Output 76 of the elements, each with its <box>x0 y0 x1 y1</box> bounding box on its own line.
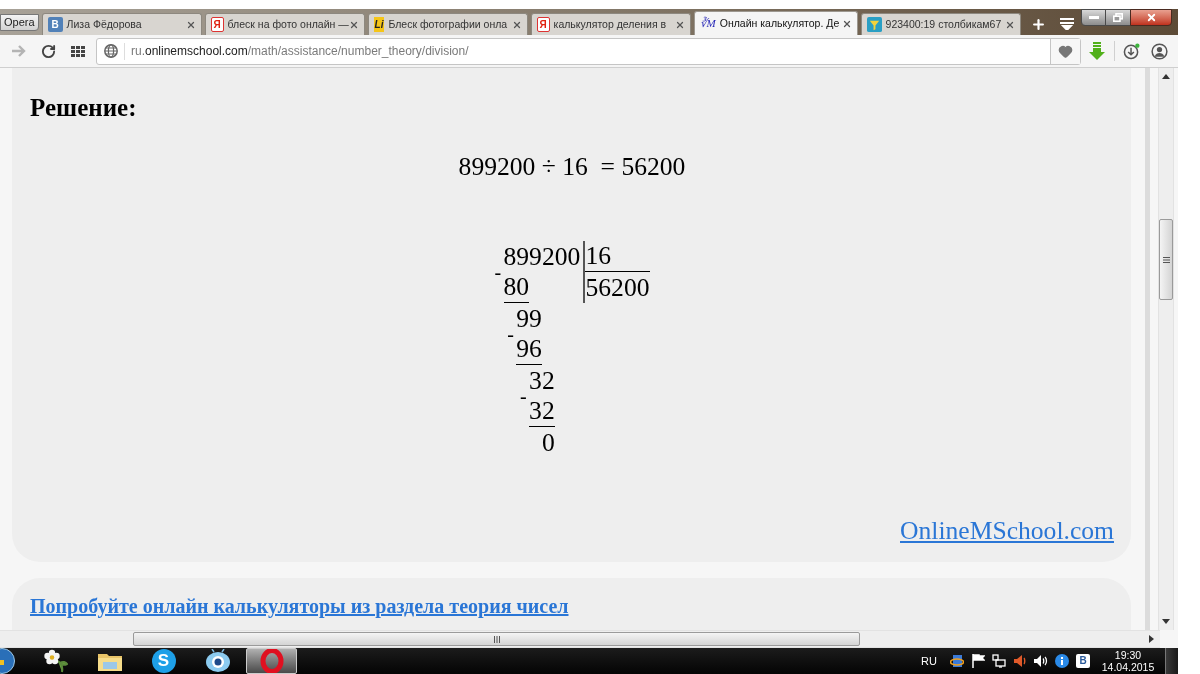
up-arrow-icon[interactable] <box>1162 74 1170 79</box>
ring-icon <box>259 649 284 673</box>
restore-icon <box>1113 13 1123 22</box>
grip-icon <box>493 635 500 643</box>
orb-icon[interactable] <box>0 648 16 674</box>
new-tab-icon[interactable] <box>1030 16 1046 32</box>
heart-icon <box>1058 43 1073 59</box>
menu-icon[interactable] <box>1059 18 1074 30</box>
letter-icon: Я <box>536 17 550 32</box>
section-heading: Решение: <box>30 93 137 123</box>
site-link[interactable]: OnlineMSchool.com <box>900 515 1114 547</box>
restore-button[interactable] <box>1106 9 1130 26</box>
close-icon[interactable] <box>1004 19 1015 30</box>
subtrahend-number: 80 <box>503 272 530 303</box>
address-field[interactable]: ru.onlinemschool.com/math/assistance/number_theory/division/ <box>96 37 1081 65</box>
minus-sign: - <box>494 268 503 276</box>
close-icon[interactable] <box>511 19 522 30</box>
browser-tab[interactable]: ∛M Онлайн калькулятор. Де <box>693 11 858 35</box>
letter-tile-icon: В <box>47 17 63 32</box>
info-icon[interactable] <box>1055 654 1069 668</box>
browser-tab[interactable]: Li Блеск фотографии онла <box>367 13 528 35</box>
down-arrow-icon[interactable] <box>1162 619 1170 624</box>
related-link[interactable]: Попробуйте онлайн калькуляторы из раздела теория чисел <box>30 594 569 618</box>
dividend-number: 899200 <box>503 241 581 272</box>
globe-icon <box>104 44 118 58</box>
grid-icon[interactable] <box>71 45 85 57</box>
grip-icon <box>1162 256 1170 263</box>
partial-number: 99 <box>516 303 542 334</box>
funnel-icon <box>866 17 882 32</box>
flower-icon <box>43 649 68 673</box>
partial-number: 32 <box>529 365 555 396</box>
browser-tab[interactable]: В Лиза Фёдорова <box>41 13 202 35</box>
minus-sign: - <box>507 330 515 338</box>
subtrahend-number: 96 <box>516 334 542 365</box>
favorite-button[interactable] <box>1050 38 1080 64</box>
close-icon[interactable] <box>185 19 196 30</box>
minimize-icon <box>1088 16 1099 19</box>
letter-logo-icon: Li <box>373 17 385 32</box>
volume-icon[interactable] <box>1034 654 1048 668</box>
close-icon[interactable] <box>841 18 852 29</box>
browser-tab[interactable]: Я блеск на фото онлайн — <box>204 13 365 35</box>
equation-text: 899200 ÷ 16 = 56200 <box>458 151 686 183</box>
quotient-number: 56200 <box>584 272 650 303</box>
flag-icon[interactable] <box>971 654 985 668</box>
letter-icon: Я <box>210 17 224 32</box>
show-desktop-button[interactable] <box>1165 648 1178 674</box>
clock-date[interactable]: 14.04.2015 <box>1101 661 1155 673</box>
network-icon[interactable] <box>992 654 1006 668</box>
user-icon[interactable] <box>1151 42 1168 60</box>
subtrahend-number: 32 <box>529 396 555 427</box>
scrollbar-thumb[interactable] <box>1159 219 1173 300</box>
scrollbar-thumb[interactable] <box>133 632 860 646</box>
right-arrow-icon[interactable] <box>1149 635 1154 643</box>
download-icon[interactable] <box>1088 42 1106 60</box>
remainder-number: 0 <box>541 427 555 458</box>
horizontal-scrollbar[interactable] <box>0 630 1160 648</box>
webcam-icon <box>204 649 231 673</box>
speaker-icon[interactable] <box>1013 654 1027 668</box>
orbit-icon[interactable] <box>950 654 964 668</box>
clock-time[interactable]: 19:30 <box>1114 649 1142 661</box>
language-indicator[interactable]: RU <box>921 652 937 670</box>
browser-tab[interactable]: 923400:19 столбикам67 <box>860 13 1021 35</box>
browser-tab[interactable]: Я калькулятор деления в <box>530 13 691 35</box>
divisor-number: 16 <box>584 241 650 272</box>
close-icon[interactable] <box>674 19 685 30</box>
minus-sign: - <box>520 392 528 400</box>
close-button[interactable] <box>1130 9 1172 26</box>
download-status-icon[interactable] <box>1123 42 1140 60</box>
vertical-scrollbar[interactable] <box>1158 68 1174 630</box>
menu-button[interactable]: Opera <box>0 14 39 31</box>
close-icon <box>1145 12 1157 23</box>
root-symbol-icon: ∛M <box>699 16 716 31</box>
minimize-button[interactable] <box>1081 9 1106 26</box>
reload-icon[interactable] <box>41 43 56 59</box>
letter-tile-icon[interactable]: В <box>1076 654 1090 668</box>
close-icon[interactable] <box>348 19 359 30</box>
